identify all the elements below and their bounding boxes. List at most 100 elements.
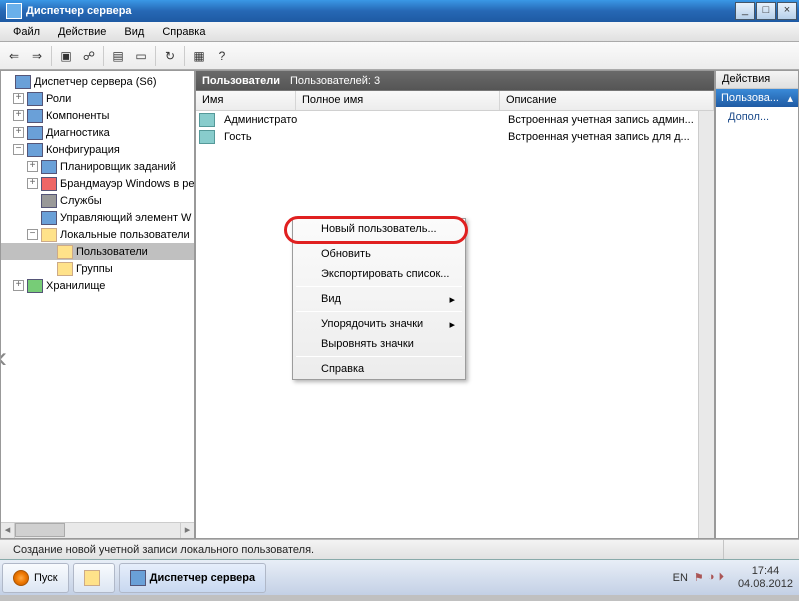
status-text: Создание новой учетной записи локального…: [5, 540, 654, 559]
nav-forward-button[interactable]: ⇒: [26, 45, 48, 67]
nav-back-button[interactable]: ⇐: [3, 45, 25, 67]
collapse-icon[interactable]: −: [27, 229, 38, 240]
expand-icon[interactable]: +: [27, 178, 38, 189]
actions-pane: Действия Пользова... ▴ Допол...: [715, 70, 799, 539]
roles-icon: [27, 92, 43, 106]
tree-wmi[interactable]: Управляющий элемент W: [60, 212, 191, 224]
toolbar-btn-1[interactable]: ▣: [55, 45, 77, 67]
tree-services[interactable]: Службы: [60, 195, 102, 207]
status-seg: [724, 540, 794, 559]
toolbar-btn-5[interactable]: ▦: [188, 45, 210, 67]
list-row[interactable]: Гость Встроенная учетная запись для д...: [196, 128, 714, 145]
status-seg: [654, 540, 724, 559]
actions-more[interactable]: Допол...: [716, 107, 798, 127]
server-icon: [130, 570, 146, 586]
server-icon: [15, 75, 31, 89]
chevron-up-icon: ▴: [787, 92, 793, 105]
col-name[interactable]: Имя: [196, 91, 296, 110]
ctx-refresh[interactable]: Обновить: [293, 244, 465, 264]
scrollbar-thumb[interactable]: [15, 523, 65, 537]
components-icon: [27, 109, 43, 123]
chevron-right-icon: ▸: [449, 293, 455, 306]
expand-icon[interactable]: +: [27, 161, 38, 172]
tree-root[interactable]: Диспетчер сервера (S6): [34, 76, 157, 88]
menu-view[interactable]: Вид: [116, 24, 152, 40]
vertical-scrollbar[interactable]: [698, 111, 714, 538]
firewall-icon: [41, 177, 57, 191]
config-icon: [27, 143, 43, 157]
toolbar-separator: [103, 46, 104, 66]
refresh-button[interactable]: ↻: [159, 45, 181, 67]
tree-components[interactable]: Компоненты: [46, 110, 109, 122]
chevron-left-icon: ‹: [1, 341, 7, 375]
ctx-separator: [296, 241, 462, 242]
ctx-new-user[interactable]: Новый пользователь...: [293, 219, 465, 239]
maximize-button[interactable]: □: [756, 2, 776, 20]
menu-file[interactable]: Файл: [5, 24, 48, 40]
tray-icon[interactable]: ⚑: [694, 571, 704, 584]
list-row[interactable]: Администратор Встроенная учетная запись …: [196, 111, 714, 128]
expand-icon[interactable]: +: [13, 280, 24, 291]
menu-help[interactable]: Справка: [154, 24, 213, 40]
tray-icon[interactable]: ⏵: [718, 571, 724, 584]
content-count: Пользователей: 3: [290, 75, 380, 87]
horizontal-scrollbar[interactable]: ◂ ▸: [1, 522, 194, 538]
close-button[interactable]: ×: [777, 2, 797, 20]
menu-action[interactable]: Действие: [50, 24, 114, 40]
toolbar-separator: [155, 46, 156, 66]
ctx-separator: [296, 356, 462, 357]
minimize-button[interactable]: _: [735, 2, 755, 20]
taskbar-explorer[interactable]: [73, 563, 115, 593]
tree-localusers[interactable]: Локальные пользователи: [60, 229, 190, 241]
help-button[interactable]: ?: [211, 45, 233, 67]
menubar: Файл Действие Вид Справка: [0, 22, 799, 42]
window-titlebar: Диспетчер сервера _ □ ×: [0, 0, 799, 22]
user-icon: [199, 130, 215, 144]
folder-icon: [41, 228, 57, 242]
expand-icon[interactable]: +: [13, 127, 24, 138]
taskbar-app[interactable]: Диспетчер сервера: [119, 563, 267, 593]
actions-header: Действия: [716, 71, 798, 89]
col-fullname[interactable]: Полное имя: [296, 91, 500, 110]
col-desc[interactable]: Описание: [500, 91, 714, 110]
ctx-arrange[interactable]: Упорядочить значки▸: [293, 314, 465, 334]
ctx-help[interactable]: Справка: [293, 359, 465, 379]
wmi-icon: [41, 211, 57, 225]
folder-icon: [57, 245, 73, 259]
language-indicator[interactable]: EN: [673, 572, 688, 584]
tree-storage[interactable]: Хранилище: [46, 280, 105, 292]
toolbar-btn-4[interactable]: ▭: [130, 45, 152, 67]
actions-section[interactable]: Пользова... ▴: [716, 89, 798, 107]
cell-name: Администратор: [218, 114, 298, 126]
chevron-right-icon: ▸: [449, 318, 455, 331]
tray-icon[interactable]: ◑: [708, 571, 715, 584]
tree-firewall[interactable]: Брандмауэр Windows в ре: [60, 178, 194, 190]
tree-users[interactable]: Пользователи: [76, 246, 148, 258]
window-title: Диспетчер сервера: [26, 5, 735, 17]
tray-clock[interactable]: 17:44 04.08.2012: [730, 565, 793, 591]
column-headers: Имя Полное имя Описание: [196, 91, 714, 111]
ctx-export[interactable]: Экспортировать список...: [293, 264, 465, 284]
tree-roles[interactable]: Роли: [46, 93, 71, 105]
toolbar-separator: [184, 46, 185, 66]
tree-config[interactable]: Конфигурация: [46, 144, 120, 156]
context-menu: Новый пользователь... Обновить Экспортир…: [292, 218, 466, 380]
expand-icon[interactable]: +: [13, 93, 24, 104]
tree-scheduler[interactable]: Планировщик заданий: [60, 161, 176, 173]
cell-desc: Встроенная учетная запись для д...: [502, 131, 714, 143]
tree-diagnostics[interactable]: Диагностика: [46, 127, 110, 139]
taskbar: Пуск Диспетчер сервера EN ⚑ ◑ ⏵ 17:44 04…: [0, 559, 799, 595]
ctx-align[interactable]: Выровнять значки: [293, 334, 465, 354]
start-button[interactable]: Пуск: [2, 563, 69, 593]
toolbar-btn-3[interactable]: ▤: [107, 45, 129, 67]
tree[interactable]: Диспетчер сервера (S6) + Роли + Компоненты…: [1, 71, 194, 522]
expand-icon[interactable]: +: [13, 110, 24, 121]
collapse-icon[interactable]: −: [13, 144, 24, 155]
toolbar-btn-2[interactable]: ☍: [78, 45, 100, 67]
tree-groups[interactable]: Группы: [76, 263, 113, 275]
storage-icon: [27, 279, 43, 293]
system-tray: EN ⚑ ◑ ⏵ 17:44 04.08.2012: [669, 565, 797, 591]
diagnostics-icon: [27, 126, 43, 140]
ctx-view[interactable]: Вид▸: [293, 289, 465, 309]
ctx-separator: [296, 311, 462, 312]
